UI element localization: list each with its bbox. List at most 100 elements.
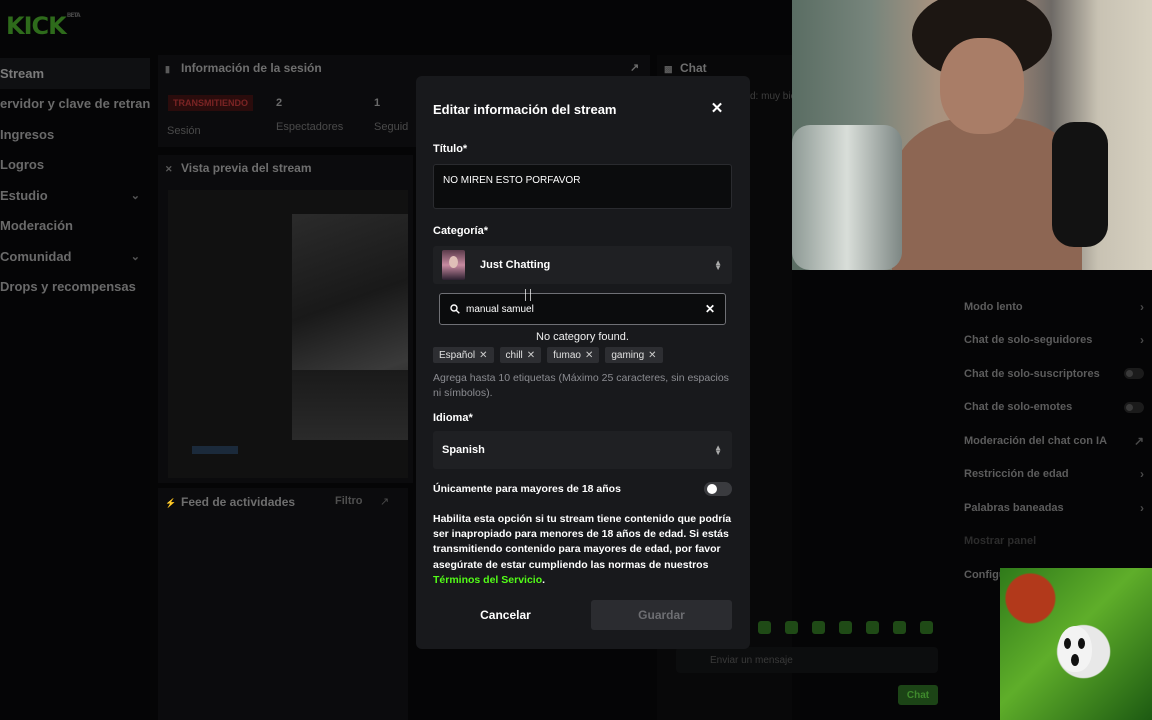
kick-logo[interactable]: KICKBETA [6,12,81,40]
close-icon[interactable]: ✕ [708,100,726,118]
ghostface-sticker [1000,568,1152,720]
chat-icon: ▩ [664,64,673,74]
category-thumbnail [442,250,465,280]
sticker-mouth [1071,654,1079,666]
adult-only-label: Únicamente para mayores de 18 años [433,483,621,495]
viewers-count: 2 [276,97,283,109]
ai-moderation-item[interactable]: Moderación del chat con IA ↗ [958,424,1152,458]
adult-only-toggle[interactable] [704,482,732,496]
sticker-eye [1078,638,1085,649]
clear-search-icon[interactable]: ✕ [705,302,715,316]
slow-mode-item[interactable]: Modo lento › [958,290,1152,324]
expand-icon[interactable]: ↗ [630,61,639,74]
preview-badge [192,446,238,454]
sticker-eye [1064,638,1071,649]
sidebar-item-studio[interactable]: Estudio ⌄ [0,180,150,211]
chevron-down-icon: ⌄ [130,189,140,202]
category-value: Just Chatting [480,259,551,271]
emote-icon[interactable] [785,621,798,634]
category-search-box[interactable]: ✕ [439,293,726,325]
cancel-button[interactable]: Cancelar [433,600,578,630]
tag-chip: fumao ✕ [547,347,600,363]
language-label: Idioma* [433,412,473,424]
remove-tag-icon[interactable]: ✕ [585,350,593,361]
category-label: Categoría* [433,225,489,237]
show-panel-item[interactable]: Mostrar panel [958,525,1152,559]
chevron-right-icon: › [1140,333,1144,348]
emote-bar [758,621,933,634]
webcam-thermos [792,125,902,270]
select-arrows-icon: ▲ ▼ [714,443,722,457]
category-select[interactable]: Just Chatting ▲ ▼ [433,246,732,284]
chevron-right-icon: › [1140,467,1144,482]
sidebar-item-achievements[interactable]: Logros [0,150,150,181]
stream-preview[interactable] [168,190,408,478]
select-arrows-icon: ▲ ▼ [714,258,722,272]
save-button[interactable]: Guardar [591,600,732,630]
emote-icon[interactable] [812,621,825,634]
remove-tag-icon[interactable]: ✕ [479,350,487,361]
preview-webcam-frame [292,370,408,440]
tag-label: fumao [553,349,581,361]
tag-chip: Español ✕ [433,347,494,363]
sidebar-item-income[interactable]: Ingresos [0,119,150,150]
live-status-badge: TRANSMITIENDO [168,95,253,111]
bolt-icon: ⚡ [165,498,177,508]
stats-icon: ▮ [165,64,170,74]
sidebar-item-stream[interactable]: Stream [0,58,150,89]
emote-icon[interactable] [758,621,771,634]
webcam-overlay [792,0,1152,270]
followers-only-item[interactable]: Chat de solo-seguidores › [958,324,1152,358]
session-label: Sesión [167,125,201,137]
subscribers-only-item[interactable]: Chat de solo-suscriptores [958,357,1152,391]
emote-icon[interactable] [893,621,906,634]
tag-label: chill [505,349,523,361]
followers-count: 1 [374,97,381,109]
remove-tag-icon[interactable]: ✕ [648,350,656,361]
viewers-label: Espectadores [276,121,344,133]
chevron-right-icon: › [1140,299,1144,314]
emote-icon[interactable] [866,621,879,634]
remove-tag-icon[interactable]: ✕ [527,350,535,361]
chat-settings-menu: Modo lento › Chat de solo-seguidores › Cha… [958,290,1152,592]
tag-chip: gaming ✕ [605,347,663,363]
text-cursor-icon [525,289,531,301]
subscribers-only-toggle[interactable] [1124,368,1144,380]
title-label: Título* [433,143,468,155]
banned-words-item[interactable]: Palabras baneadas › [958,491,1152,525]
emote-icon[interactable] [839,621,852,634]
age-restriction-item[interactable]: Restricción de edad › [958,458,1152,492]
sidebar: Stream ervidor y clave de retransmi Ingr… [0,58,150,302]
search-icon [450,304,460,314]
tags-help-text: Agrega hasta 10 etiquetas (Máximo 25 car… [433,372,729,399]
chart-icon: ↗ [1133,433,1144,448]
category-search-input[interactable] [466,303,705,315]
sidebar-item-moderation[interactable]: Moderación [0,211,150,242]
followers-label: Seguid [374,121,409,133]
tag-chip: chill ✕ [499,347,542,363]
language-select[interactable]: Spanish ▲ ▼ [433,431,732,469]
popout-icon[interactable]: ↗ [380,495,389,508]
chat-message-input[interactable]: Enviar un mensaje [676,647,938,673]
webcam-face [940,38,1024,134]
sidebar-item-community[interactable]: Comunidad ⌄ [0,241,150,272]
session-panel-header: ▮ Información de la sesión [165,61,322,75]
activity-panel-header: ⚡ Feed de actividades [165,495,296,509]
emotes-only-toggle[interactable] [1124,401,1144,413]
adult-notice-text: Habilita esta opción si tu stream tiene … [433,513,732,571]
tags-list: Español ✕ chill ✕ fumao ✕ gaming ✕ [433,347,663,363]
chevron-right-icon: › [1140,500,1144,515]
emotes-only-item[interactable]: Chat de solo-emotes [958,391,1152,425]
sidebar-item-server-key[interactable]: ervidor y clave de retransmi [0,89,150,120]
webcam-microphone [1052,122,1108,247]
chevron-down-icon: ⌄ [130,250,140,263]
terms-link[interactable]: Términos del Servicio [433,574,542,586]
sidebar-item-drops[interactable]: Drops y recompensas [0,272,150,303]
adult-notice: Habilita esta opción si tu stream tiene … [433,513,732,586]
emote-icon[interactable] [920,621,933,634]
stream-title-input[interactable]: NO MIREN ESTO PORFAVOR [433,164,732,209]
chat-send-button[interactable]: Chat [898,685,938,705]
activity-filter-button[interactable]: Filtro [335,495,363,507]
tag-label: gaming [611,349,645,361]
chat-panel-header: ▩ Chat [664,61,707,75]
